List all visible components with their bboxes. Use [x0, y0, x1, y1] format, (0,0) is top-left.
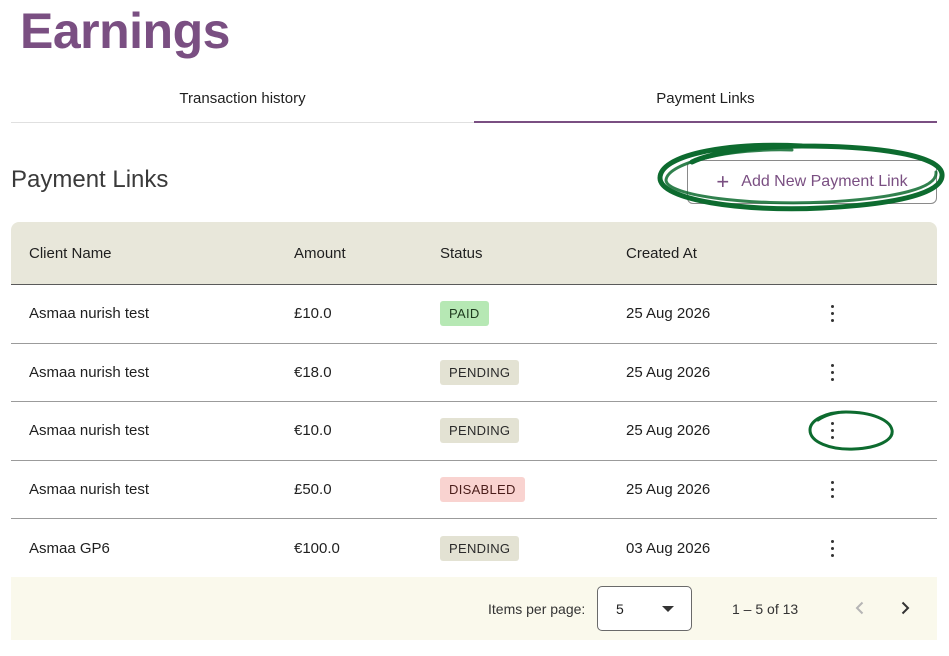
- cell-created-at: 25 Aug 2026: [626, 363, 711, 381]
- cell-client-name: Asmaa nurish test: [29, 481, 150, 499]
- plus-icon: +: [716, 169, 730, 194]
- add-new-payment-link-button[interactable]: + Add New Payment Link: [687, 160, 937, 204]
- cell-created-at: 03 Aug 2026: [626, 540, 711, 558]
- tab-bar: Transaction history Payment Links: [11, 80, 937, 123]
- cell-amount: €100.0: [294, 540, 340, 558]
- cell-client-name: Asmaa nurish test: [29, 305, 150, 323]
- header-client-name[interactable]: Client Name: [11, 245, 276, 262]
- cell-actions: [818, 535, 937, 563]
- chevron-down-icon: [662, 606, 674, 612]
- tab-transaction-history[interactable]: Transaction history: [11, 80, 474, 122]
- status-badge: PAID: [440, 301, 489, 327]
- status-badge: PENDING: [440, 536, 520, 562]
- more-vert-icon[interactable]: [818, 476, 846, 504]
- pagination-bar: Items per page: 5 1 – 5 of 13: [11, 577, 937, 640]
- more-vert-icon[interactable]: [818, 417, 846, 445]
- page-title: Earnings: [20, 3, 230, 59]
- status-badge: PENDING: [440, 418, 520, 444]
- cell-amount: €18.0: [294, 363, 332, 381]
- status-badge: DISABLED: [440, 477, 525, 503]
- table-header: Client Name Amount Status Created At: [11, 222, 937, 285]
- cell-amount: £50.0: [294, 481, 332, 499]
- header-created-at[interactable]: Created At: [608, 245, 818, 262]
- chevron-left-icon: [855, 601, 864, 615]
- cell-amount: €10.0: [294, 422, 332, 440]
- section-title: Payment Links: [11, 166, 169, 193]
- cell-status: PENDING: [422, 418, 608, 444]
- items-per-page-label: Items per page:: [488, 601, 586, 617]
- table-row: Asmaa nurish test €18.0 PENDING 25 Aug 2…: [11, 344, 937, 403]
- cell-status: PENDING: [422, 536, 608, 562]
- more-vert-icon[interactable]: [818, 300, 846, 328]
- add-new-payment-link-label: Add New Payment Link: [741, 173, 908, 190]
- previous-page-button[interactable]: [847, 595, 873, 621]
- table-row: Asmaa nurish test €10.0 PENDING 25 Aug 2…: [11, 402, 937, 461]
- items-per-page-select[interactable]: 5: [597, 586, 692, 631]
- cell-status: PAID: [422, 301, 608, 327]
- table-row: Asmaa nurish test £50.0 DISABLED 25 Aug …: [11, 461, 937, 520]
- tab-payment-links[interactable]: Payment Links: [474, 80, 937, 123]
- cell-status: DISABLED: [422, 477, 608, 503]
- header-status[interactable]: Status: [422, 245, 608, 262]
- cell-actions: [818, 476, 937, 504]
- next-page-button[interactable]: [892, 595, 918, 621]
- cell-status: PENDING: [422, 359, 608, 385]
- cell-client-name: Asmaa GP6: [29, 540, 110, 558]
- cell-actions: [818, 417, 937, 445]
- cell-amount: £10.0: [294, 305, 332, 323]
- cell-client-name: Asmaa nurish test: [29, 422, 150, 440]
- more-vert-icon[interactable]: [818, 535, 846, 563]
- header-amount[interactable]: Amount: [276, 245, 422, 262]
- table-row: Asmaa nurish test £10.0 PAID 25 Aug 2026: [11, 285, 937, 344]
- more-vert-icon[interactable]: [818, 358, 846, 386]
- status-badge: PENDING: [440, 359, 520, 385]
- cell-created-at: 25 Aug 2026: [626, 481, 711, 499]
- pagination-range: 1 – 5 of 13: [732, 601, 799, 617]
- cell-client-name: Asmaa nurish test: [29, 363, 150, 381]
- items-per-page-value: 5: [616, 601, 624, 617]
- chevron-right-icon: [901, 601, 910, 615]
- cell-actions: [818, 358, 937, 386]
- cell-actions: [818, 300, 937, 328]
- payment-links-table: Client Name Amount Status Created At Asm…: [11, 222, 937, 578]
- table-body: Asmaa nurish test £10.0 PAID 25 Aug 2026…: [11, 285, 937, 578]
- cell-created-at: 25 Aug 2026: [626, 305, 711, 323]
- cell-created-at: 25 Aug 2026: [626, 422, 711, 440]
- table-row: Asmaa GP6 €100.0 PENDING 03 Aug 2026: [11, 519, 937, 578]
